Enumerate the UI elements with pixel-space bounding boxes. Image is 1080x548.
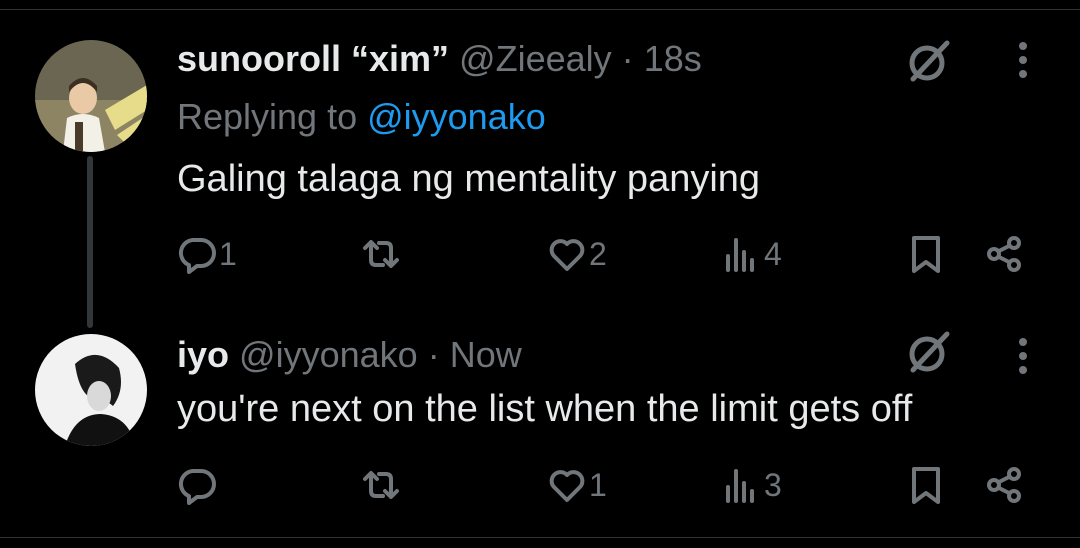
more-icon[interactable] xyxy=(1010,336,1036,376)
retweet-button[interactable] xyxy=(361,234,403,274)
share-button[interactable] xyxy=(984,234,1024,274)
like-button[interactable]: 1 xyxy=(547,465,607,505)
display-name[interactable]: iyo xyxy=(177,334,229,375)
replying-to: Replying to @iyyonako xyxy=(177,96,546,138)
views-icon xyxy=(726,469,754,503)
bookmark-icon xyxy=(912,236,940,273)
grok-icon[interactable] xyxy=(905,37,953,85)
view-count: 3 xyxy=(764,466,782,503)
reply-button[interactable] xyxy=(177,465,219,505)
tweet-text: you're next on the list when the limit g… xyxy=(177,388,913,430)
reply-count: 1 xyxy=(219,235,237,272)
like-count: 2 xyxy=(589,235,607,272)
more-icon[interactable] xyxy=(1010,40,1036,80)
bottom-divider xyxy=(0,537,1080,548)
separator-dot: · xyxy=(621,38,634,79)
avatar-image xyxy=(35,334,147,446)
bookmark-button[interactable] xyxy=(906,465,946,505)
views-icon xyxy=(726,238,754,272)
like-button[interactable]: 2 xyxy=(547,234,607,274)
share-icon xyxy=(987,236,1021,272)
view-count: 4 xyxy=(764,235,782,272)
retweet-icon xyxy=(363,471,399,499)
action-bar: 1 3 xyxy=(0,465,1080,511)
bookmark-icon xyxy=(912,467,940,504)
tweet-header: iyo @iyyonako · Now xyxy=(177,334,522,376)
views-button[interactable]: 4 xyxy=(722,234,782,274)
reply-button[interactable]: 1 xyxy=(177,234,237,274)
top-divider xyxy=(0,0,1080,10)
replying-to-mention[interactable]: @iyyonako xyxy=(367,96,546,137)
avatar-image xyxy=(35,40,147,152)
user-handle[interactable]: @Zieealy xyxy=(459,38,612,79)
bookmark-button[interactable] xyxy=(906,234,946,274)
action-bar: 1 2 4 xyxy=(0,234,1080,280)
share-button[interactable] xyxy=(984,465,1024,505)
avatar[interactable] xyxy=(35,334,147,446)
user-handle[interactable]: @iyyonako xyxy=(239,334,418,375)
like-count: 1 xyxy=(589,466,607,503)
timestamp[interactable]: Now xyxy=(450,334,522,375)
retweet-icon xyxy=(363,240,399,268)
avatar[interactable] xyxy=(35,40,147,152)
display-name[interactable]: sunooroll “xim” xyxy=(177,38,449,79)
separator-dot: · xyxy=(427,334,440,375)
tweet-header: sunooroll “xim” @Zieealy · 18s xyxy=(177,38,702,80)
views-button[interactable]: 3 xyxy=(722,465,782,505)
replying-to-label: Replying to xyxy=(177,96,368,137)
share-icon xyxy=(987,467,1021,503)
retweet-button[interactable] xyxy=(361,465,403,505)
heart-icon xyxy=(549,239,585,271)
heart-icon xyxy=(549,470,585,502)
tweet-text: Galing talaga ng mentality panying xyxy=(177,158,761,200)
grok-icon[interactable] xyxy=(905,328,953,376)
reply-icon xyxy=(178,469,216,505)
reply-icon xyxy=(178,238,216,274)
timestamp[interactable]: 18s xyxy=(644,38,702,79)
